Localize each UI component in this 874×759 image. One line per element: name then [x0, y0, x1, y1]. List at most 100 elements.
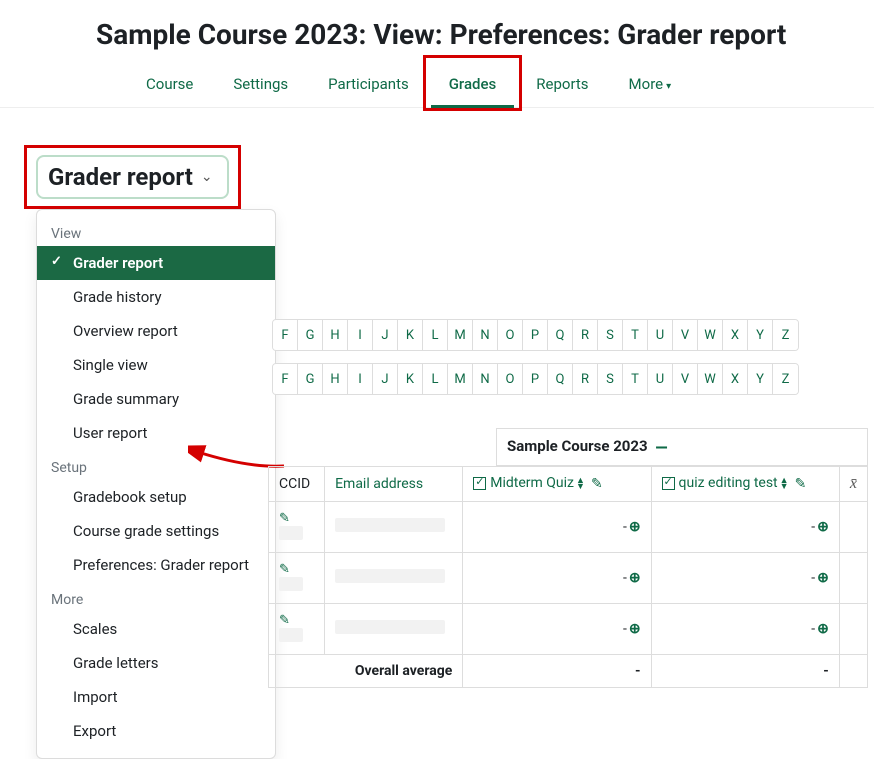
- menu-item-grade-history[interactable]: Grade history: [37, 280, 275, 314]
- alpha-x[interactable]: X: [723, 364, 748, 394]
- alpha-j[interactable]: J: [373, 320, 398, 350]
- zoom-icon[interactable]: ⊕: [817, 519, 829, 535]
- menu-item-grader-report[interactable]: Grader report: [37, 246, 275, 280]
- alpha-z[interactable]: Z: [773, 320, 798, 350]
- menu-item-grade-summary[interactable]: Grade summary: [37, 382, 275, 416]
- menu-group-more: More: [37, 582, 275, 612]
- alpha-t[interactable]: T: [623, 320, 648, 350]
- alpha-j[interactable]: J: [373, 364, 398, 394]
- zoom-icon[interactable]: ⊕: [817, 570, 829, 586]
- alpha-q[interactable]: Q: [548, 364, 573, 394]
- menu-item-gradebook-setup[interactable]: Gradebook setup: [37, 480, 275, 514]
- sort-icon[interactable]: ▲▼: [576, 478, 585, 490]
- grade-cell[interactable]: -⊕: [463, 501, 651, 552]
- pencil-icon[interactable]: ✎: [279, 562, 290, 577]
- alpha-w[interactable]: W: [698, 364, 723, 394]
- pencil-icon[interactable]: ✎: [795, 476, 807, 492]
- overall-average-row: Overall average--: [269, 654, 868, 687]
- alpha-i[interactable]: I: [348, 320, 373, 350]
- col-course-total[interactable]: x̄: [839, 466, 867, 501]
- alpha-r[interactable]: R: [573, 364, 598, 394]
- grade-table: Sample Course 2023 — CCID Email address …: [268, 428, 868, 688]
- cell-email: [325, 552, 463, 603]
- grader-report-dropdown[interactable]: Grader report ⌄: [36, 155, 229, 199]
- alpha-u[interactable]: U: [648, 364, 673, 394]
- zoom-icon[interactable]: ⊕: [817, 621, 829, 637]
- cell-ccid: ✎: [269, 603, 325, 654]
- menu-item-overview-report[interactable]: Overview report: [37, 314, 275, 348]
- col-item-0[interactable]: Midterm Quiz▲▼✎: [463, 466, 651, 501]
- nav-tabs: CourseSettingsParticipantsGradesReportsM…: [0, 61, 874, 108]
- alpha-f[interactable]: F: [273, 320, 298, 350]
- alpha-z[interactable]: Z: [773, 364, 798, 394]
- tab-settings[interactable]: Settings: [213, 61, 308, 107]
- menu-item-export[interactable]: Export: [37, 714, 275, 748]
- alpha-v[interactable]: V: [673, 364, 698, 394]
- col-ccid[interactable]: CCID: [269, 466, 325, 501]
- alpha-h[interactable]: H: [323, 364, 348, 394]
- pencil-icon[interactable]: ✎: [591, 476, 603, 492]
- alpha-v[interactable]: V: [673, 320, 698, 350]
- sort-icon[interactable]: ▲▼: [780, 478, 789, 490]
- menu-item-import[interactable]: Import: [37, 680, 275, 714]
- alpha-y[interactable]: Y: [748, 320, 773, 350]
- cell-email: [325, 501, 463, 552]
- alpha-n[interactable]: N: [473, 320, 498, 350]
- zoom-icon[interactable]: ⊕: [629, 519, 641, 535]
- checkbox-icon[interactable]: [473, 477, 486, 490]
- alpha-w[interactable]: W: [698, 320, 723, 350]
- tab-reports[interactable]: Reports: [516, 61, 608, 107]
- alpha-x[interactable]: X: [723, 320, 748, 350]
- alpha-p[interactable]: P: [523, 320, 548, 350]
- alpha-k[interactable]: K: [398, 320, 423, 350]
- pencil-icon[interactable]: ✎: [279, 613, 290, 628]
- alpha-o[interactable]: O: [498, 320, 523, 350]
- cell-ccid: ✎: [269, 501, 325, 552]
- grade-cell[interactable]: -⊕: [463, 552, 651, 603]
- alpha-g[interactable]: G: [298, 320, 323, 350]
- col-email[interactable]: Email address: [325, 466, 463, 501]
- alpha-k[interactable]: K: [398, 364, 423, 394]
- pencil-icon[interactable]: ✎: [279, 511, 290, 526]
- menu-item-scales[interactable]: Scales: [37, 612, 275, 646]
- alpha-l[interactable]: L: [423, 364, 448, 394]
- tab-participants[interactable]: Participants: [308, 61, 429, 107]
- menu-item-preferences-grader-report[interactable]: Preferences: Grader report: [37, 548, 275, 582]
- checkbox-icon[interactable]: [662, 477, 675, 490]
- tab-more[interactable]: More▾: [609, 61, 692, 107]
- alpha-g[interactable]: G: [298, 364, 323, 394]
- alpha-l[interactable]: L: [423, 320, 448, 350]
- alpha-s[interactable]: S: [598, 320, 623, 350]
- zoom-icon[interactable]: ⊕: [629, 570, 641, 586]
- alpha-n[interactable]: N: [473, 364, 498, 394]
- alpha-f[interactable]: F: [273, 364, 298, 394]
- alpha-y[interactable]: Y: [748, 364, 773, 394]
- menu-item-user-report[interactable]: User report: [37, 416, 275, 450]
- col-item-1[interactable]: quiz editing test▲▼✎: [651, 466, 839, 501]
- course-name: Sample Course 2023: [507, 437, 648, 455]
- alpha-m[interactable]: M: [448, 320, 473, 350]
- table-row: ✎ -⊕-⊕: [269, 603, 868, 654]
- alpha-p[interactable]: P: [523, 364, 548, 394]
- menu-item-single-view[interactable]: Single view: [37, 348, 275, 382]
- grade-cell[interactable]: -⊕: [651, 603, 839, 654]
- tab-grades[interactable]: Grades: [429, 61, 517, 107]
- alphabet-filter: FGHIJKLMNOPQRSTUVWXYZ FGHIJKLMNOPQRSTUVW…: [272, 319, 799, 407]
- alpha-s[interactable]: S: [598, 364, 623, 394]
- zoom-icon[interactable]: ⊕: [629, 621, 641, 637]
- collapse-icon[interactable]: —: [655, 438, 667, 457]
- grade-cell[interactable]: -⊕: [651, 552, 839, 603]
- alpha-h[interactable]: H: [323, 320, 348, 350]
- alpha-o[interactable]: O: [498, 364, 523, 394]
- grade-cell[interactable]: -⊕: [463, 603, 651, 654]
- menu-item-course-grade-settings[interactable]: Course grade settings: [37, 514, 275, 548]
- alpha-m[interactable]: M: [448, 364, 473, 394]
- tab-course[interactable]: Course: [126, 61, 213, 107]
- alpha-i[interactable]: I: [348, 364, 373, 394]
- menu-item-grade-letters[interactable]: Grade letters: [37, 646, 275, 680]
- alpha-u[interactable]: U: [648, 320, 673, 350]
- alpha-t[interactable]: T: [623, 364, 648, 394]
- grade-cell[interactable]: -⊕: [651, 501, 839, 552]
- alpha-r[interactable]: R: [573, 320, 598, 350]
- alpha-q[interactable]: Q: [548, 320, 573, 350]
